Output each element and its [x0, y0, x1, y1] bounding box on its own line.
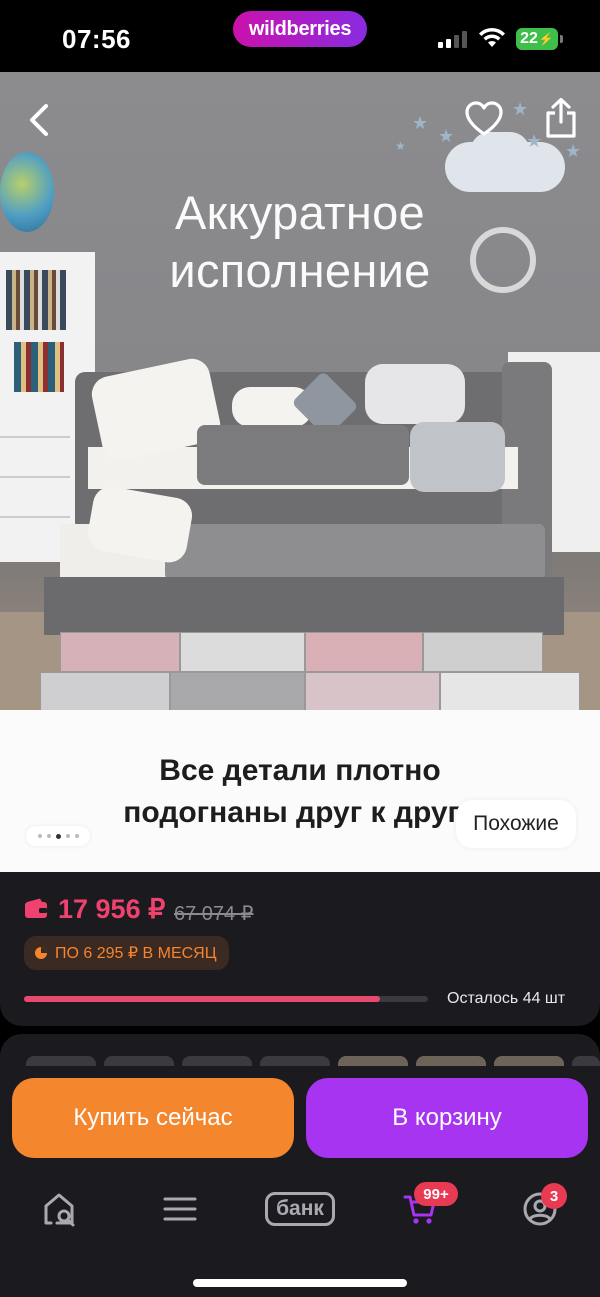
stock-remaining: Осталось 44 шт	[447, 990, 566, 1007]
image-trundle	[44, 577, 564, 635]
status-bar: 07:56 wildberries 22 ⚡	[0, 0, 600, 72]
image-safety-rail	[197, 425, 409, 485]
product-image-gallery[interactable]: ★ ★ ★ ★ ★ ★ Аккуратное исполнение	[0, 72, 600, 710]
wifi-icon	[479, 27, 505, 47]
hero-headline: Аккуратное исполнение	[0, 184, 600, 300]
tab-home[interactable]	[30, 1186, 90, 1232]
buy-now-button[interactable]: Купить сейчас	[12, 1078, 294, 1158]
gallery-pagination-dots	[26, 826, 90, 846]
bank-label: банк	[265, 1192, 335, 1226]
stock-progress-bar	[24, 996, 428, 1002]
hero-headline-line1: Аккуратное	[175, 186, 425, 239]
wildberries-logo: wildberries	[233, 11, 367, 47]
similar-products-button[interactable]: Похожие	[456, 800, 576, 848]
hero-headline-line2: исполнение	[169, 244, 431, 297]
installment-text: ПО 6 295 ₽ В МЕСЯЦ	[55, 945, 217, 962]
profile-notification-badge: 3	[541, 1183, 567, 1209]
wallet-icon	[25, 898, 47, 918]
current-price: 17 956 ₽	[58, 894, 166, 924]
cellular-signal-icon	[438, 30, 467, 48]
pie-chart-icon	[35, 947, 47, 959]
tab-catalog[interactable]	[150, 1186, 210, 1232]
status-time: 07:56	[62, 24, 131, 54]
home-search-icon	[44, 1193, 75, 1227]
home-indicator	[193, 1279, 407, 1287]
image-caption-panel: Все детали плотно подогнаны друг к другу…	[0, 710, 600, 872]
stock-progress-fill	[24, 996, 380, 1002]
price-card: 17 956 ₽ 67 074 ₽ ПО 6 295 ₽ В МЕСЯЦ Ост…	[0, 872, 600, 1026]
purchase-actions: Купить сейчас В корзину	[0, 1066, 600, 1170]
back-arrow-icon[interactable]	[20, 98, 60, 142]
installment-badge[interactable]: ПО 6 295 ₽ В МЕСЯЦ	[24, 936, 229, 970]
tab-bank[interactable]: банк	[260, 1186, 340, 1232]
battery-icon: 22 ⚡	[516, 28, 563, 50]
image-rug	[40, 632, 600, 710]
old-price: 67 074 ₽	[174, 903, 254, 925]
cart-count-badge: 99+	[414, 1182, 458, 1206]
battery-level: 22	[520, 30, 538, 47]
heart-icon[interactable]	[463, 98, 505, 140]
menu-icon	[163, 1197, 197, 1221]
share-icon[interactable]	[540, 96, 582, 140]
bottom-tab-bar: банк 99+ 3	[0, 1170, 600, 1297]
add-to-cart-button[interactable]: В корзину	[306, 1078, 588, 1158]
caption-line1: Все детали плотно	[159, 754, 441, 787]
